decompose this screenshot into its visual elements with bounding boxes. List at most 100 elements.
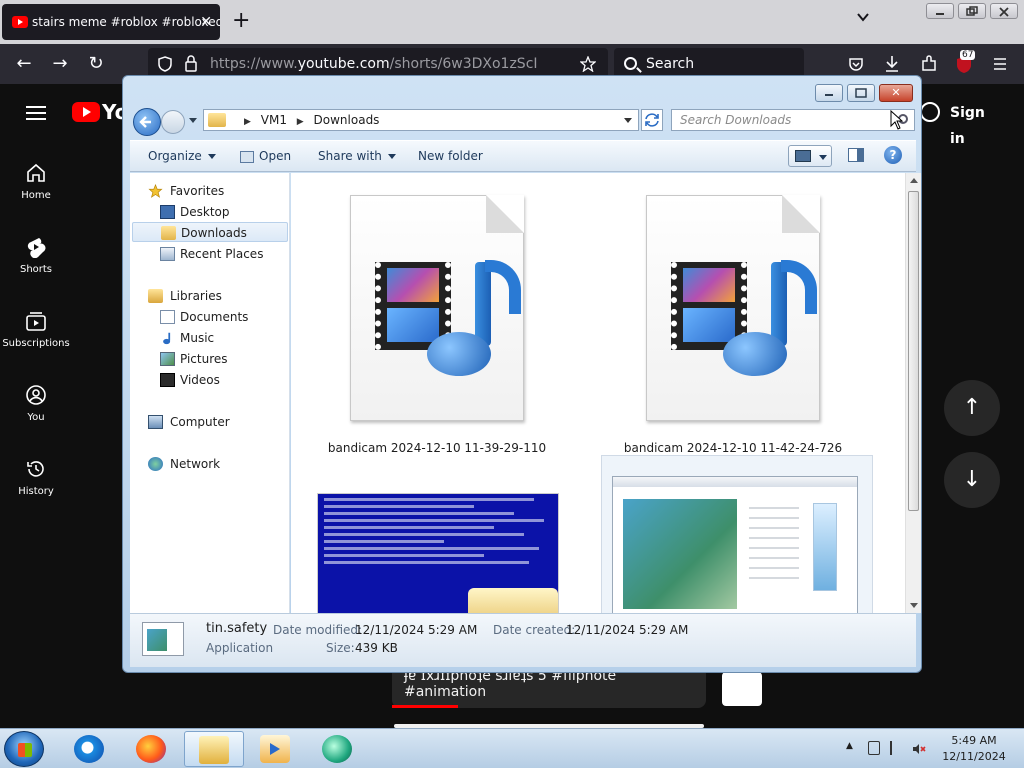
libraries-icon xyxy=(148,289,163,303)
breadcrumb-downloads[interactable]: Downloads xyxy=(314,113,380,127)
short-thumbnail[interactable] xyxy=(722,672,762,706)
pictures-icon xyxy=(160,352,175,366)
previous-short-button[interactable]: ↑ xyxy=(944,380,1000,436)
file-item[interactable]: bandicam 2024-12-10 11-42-24-726 xyxy=(603,195,863,455)
explorer-maximize-button[interactable] xyxy=(847,84,875,102)
youtube-logo-icon[interactable] xyxy=(72,102,100,122)
new-tab-button[interactable]: + xyxy=(232,8,250,33)
details-pane: tin.safety Application Date modified: 12… xyxy=(130,613,916,667)
nav-pictures[interactable]: Pictures xyxy=(160,349,228,369)
recent-locations-dropdown-icon[interactable] xyxy=(189,118,197,123)
change-view-button[interactable] xyxy=(788,145,832,167)
pocket-icon[interactable] xyxy=(848,56,864,72)
nav-item-label: Network xyxy=(170,457,221,471)
nav-item-label: Music xyxy=(180,331,215,345)
breadcrumb-separator: ▶ xyxy=(296,117,304,127)
tab-close-icon[interactable]: ✕ xyxy=(200,4,212,40)
taskbar-app-media-player[interactable] xyxy=(246,731,306,767)
new-folder-label: New folder xyxy=(418,149,483,163)
chevron-down-icon xyxy=(207,154,216,159)
file-item-selected-application[interactable] xyxy=(601,455,873,613)
taskbar-app-other[interactable] xyxy=(308,731,368,767)
nav-item-label: Desktop xyxy=(180,205,230,219)
taskbar-app-firefox[interactable] xyxy=(122,731,182,767)
back-button[interactable] xyxy=(133,108,161,136)
nav-libraries[interactable]: Libraries xyxy=(148,286,222,306)
progress-bar xyxy=(392,705,458,708)
scrollbar-thumb[interactable] xyxy=(908,191,919,511)
explorer-minimize-button[interactable] xyxy=(815,84,843,102)
star-icon[interactable] xyxy=(580,56,596,72)
refresh-icon[interactable] xyxy=(641,109,663,131)
nav-documents[interactable]: Documents xyxy=(160,307,248,327)
sign-in-button[interactable]: Sign in xyxy=(918,100,1002,147)
minimize-button[interactable] xyxy=(926,3,954,19)
address-bar[interactable]: ▶ VM1 ▶ Downloads xyxy=(203,109,639,131)
file-item[interactable]: bandicam 2024-12-10 11-39-29-110 xyxy=(307,195,567,455)
network-tray-icon[interactable] xyxy=(868,741,880,755)
browser-tab-active[interactable]: stairs meme #roblox #robloxedit ✕ xyxy=(2,4,220,40)
address-dropdown-icon[interactable] xyxy=(624,118,632,123)
nav-computer[interactable]: Computer xyxy=(148,412,230,432)
menu-icon[interactable] xyxy=(992,56,1008,72)
forward-arrow-icon[interactable]: → xyxy=(48,52,72,76)
shield-icon[interactable] xyxy=(158,56,172,72)
open-button[interactable]: Open xyxy=(240,149,291,163)
taskbar-app-explorer[interactable] xyxy=(184,731,244,767)
restore-button[interactable] xyxy=(958,3,986,19)
search-downloads-input[interactable]: Search Downloads xyxy=(671,109,915,131)
date-created-value: 12/11/2024 5:29 AM xyxy=(566,623,689,637)
scroll-down-icon[interactable] xyxy=(910,603,918,608)
system-clock[interactable]: 5:49 AM 12/11/2024 xyxy=(938,733,1010,765)
action-center-flag-icon[interactable] xyxy=(890,741,902,755)
scroll-up-icon[interactable] xyxy=(910,178,918,183)
preview-pane-icon[interactable] xyxy=(848,148,864,162)
next-short-button[interactable]: ↓ xyxy=(944,452,1000,508)
chevron-down-icon[interactable] xyxy=(819,155,827,160)
date-modified-label: Date modified: xyxy=(273,623,363,637)
nav-music[interactable]: Music xyxy=(160,328,214,348)
taskbar-app-internet-explorer[interactable] xyxy=(60,731,120,767)
nav-downloads[interactable]: Downloads xyxy=(132,222,288,242)
videos-icon xyxy=(160,373,175,387)
nav-item-label: Recent Places xyxy=(180,247,264,261)
nav-videos[interactable]: Videos xyxy=(160,370,220,390)
sign-in-label: Sign in xyxy=(950,105,985,147)
history-icon xyxy=(27,461,44,477)
help-icon[interactable]: ? xyxy=(884,146,902,164)
sidebar-item-history[interactable]: History xyxy=(0,458,72,497)
organize-button[interactable]: Organize xyxy=(148,149,216,163)
explorer-close-button[interactable]: ✕ xyxy=(879,84,913,102)
file-name: bandicam 2024-12-10 11-42-24-726 xyxy=(623,441,843,455)
show-hidden-icons-icon[interactable]: ▲ xyxy=(846,741,853,751)
vertical-scrollbar[interactable] xyxy=(905,173,921,613)
sidebar-item-home[interactable]: Home xyxy=(0,162,72,201)
new-folder-button[interactable]: New folder xyxy=(418,149,483,163)
back-arrow-icon[interactable]: ← xyxy=(12,52,36,76)
forward-button[interactable] xyxy=(161,110,185,134)
sidebar-item-subscriptions[interactable]: Subscriptions xyxy=(0,310,72,349)
nav-network[interactable]: Network xyxy=(148,454,220,474)
sidebar-item-you[interactable]: You xyxy=(0,384,72,423)
lock-icon[interactable] xyxy=(184,55,198,72)
shorts-icon xyxy=(27,238,46,258)
volume-muted-icon[interactable] xyxy=(912,741,926,755)
hamburger-menu-icon[interactable] xyxy=(26,106,46,120)
breadcrumb-vm1[interactable]: VM1 xyxy=(261,113,287,127)
system-tray: ▲ xyxy=(846,741,936,757)
share-with-button[interactable]: Share with xyxy=(318,149,396,163)
folder-icon xyxy=(208,113,226,127)
nav-desktop[interactable]: Desktop xyxy=(160,202,230,222)
reload-icon[interactable]: ↻ xyxy=(84,52,108,76)
sidebar-item-shorts[interactable]: Shorts xyxy=(0,236,72,275)
extensions-icon[interactable] xyxy=(920,55,938,73)
close-window-button[interactable] xyxy=(990,3,1018,19)
nav-recent-places[interactable]: Recent Places xyxy=(160,244,263,264)
file-item-bsod-thumbnail[interactable] xyxy=(317,493,559,613)
folder-icon xyxy=(199,736,229,764)
start-button[interactable] xyxy=(4,731,44,767)
list-all-tabs-icon[interactable] xyxy=(856,10,870,24)
download-icon[interactable] xyxy=(884,55,900,73)
music-icon xyxy=(163,332,171,345)
nav-favorites[interactable]: Favorites xyxy=(148,181,224,201)
